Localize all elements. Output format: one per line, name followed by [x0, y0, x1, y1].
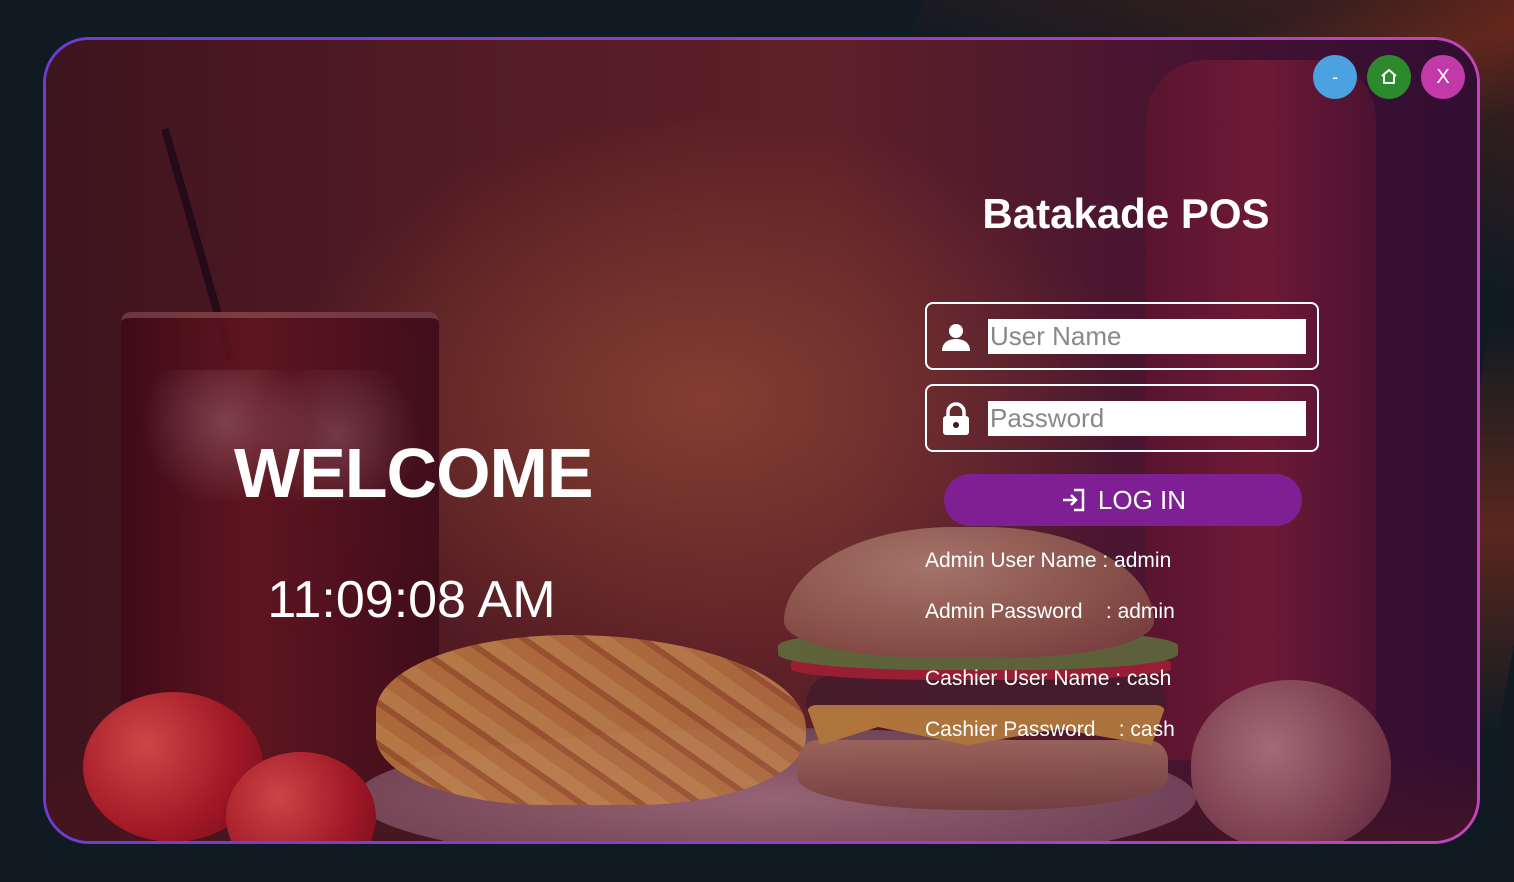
password-field-box: [925, 384, 1319, 452]
cashier-password-hint: Cashier Password : cash: [925, 718, 1175, 741]
welcome-heading: WELCOME: [234, 434, 594, 512]
home-icon: [1381, 69, 1397, 84]
home-button[interactable]: [1367, 55, 1411, 99]
sign-in-icon: [1062, 488, 1085, 512]
user-icon: [939, 320, 973, 354]
close-button[interactable]: X: [1421, 55, 1465, 99]
close-label: X: [1436, 65, 1450, 88]
password-input[interactable]: [988, 401, 1306, 436]
username-field-box: [925, 302, 1319, 370]
app-title: Batakade POS: [982, 190, 1270, 237]
clock-display: 11:09:08 AM: [267, 571, 556, 629]
lock-icon: [939, 402, 973, 436]
minimize-button[interactable]: -: [1313, 55, 1357, 99]
cashier-username-hint: Cashier User Name : cash: [925, 667, 1172, 690]
login-window: - X WELCOME 11:09:08 AM Batakade POS Use…: [43, 37, 1480, 844]
admin-password-hint: Admin Password : admin: [925, 600, 1175, 623]
username-input[interactable]: [988, 319, 1306, 354]
admin-username-hint: Admin User Name : admin: [925, 549, 1172, 572]
login-button[interactable]: LOG IN: [944, 474, 1302, 526]
minimize-label: -: [1332, 66, 1338, 87]
login-label: LOG IN: [1097, 484, 1187, 515]
